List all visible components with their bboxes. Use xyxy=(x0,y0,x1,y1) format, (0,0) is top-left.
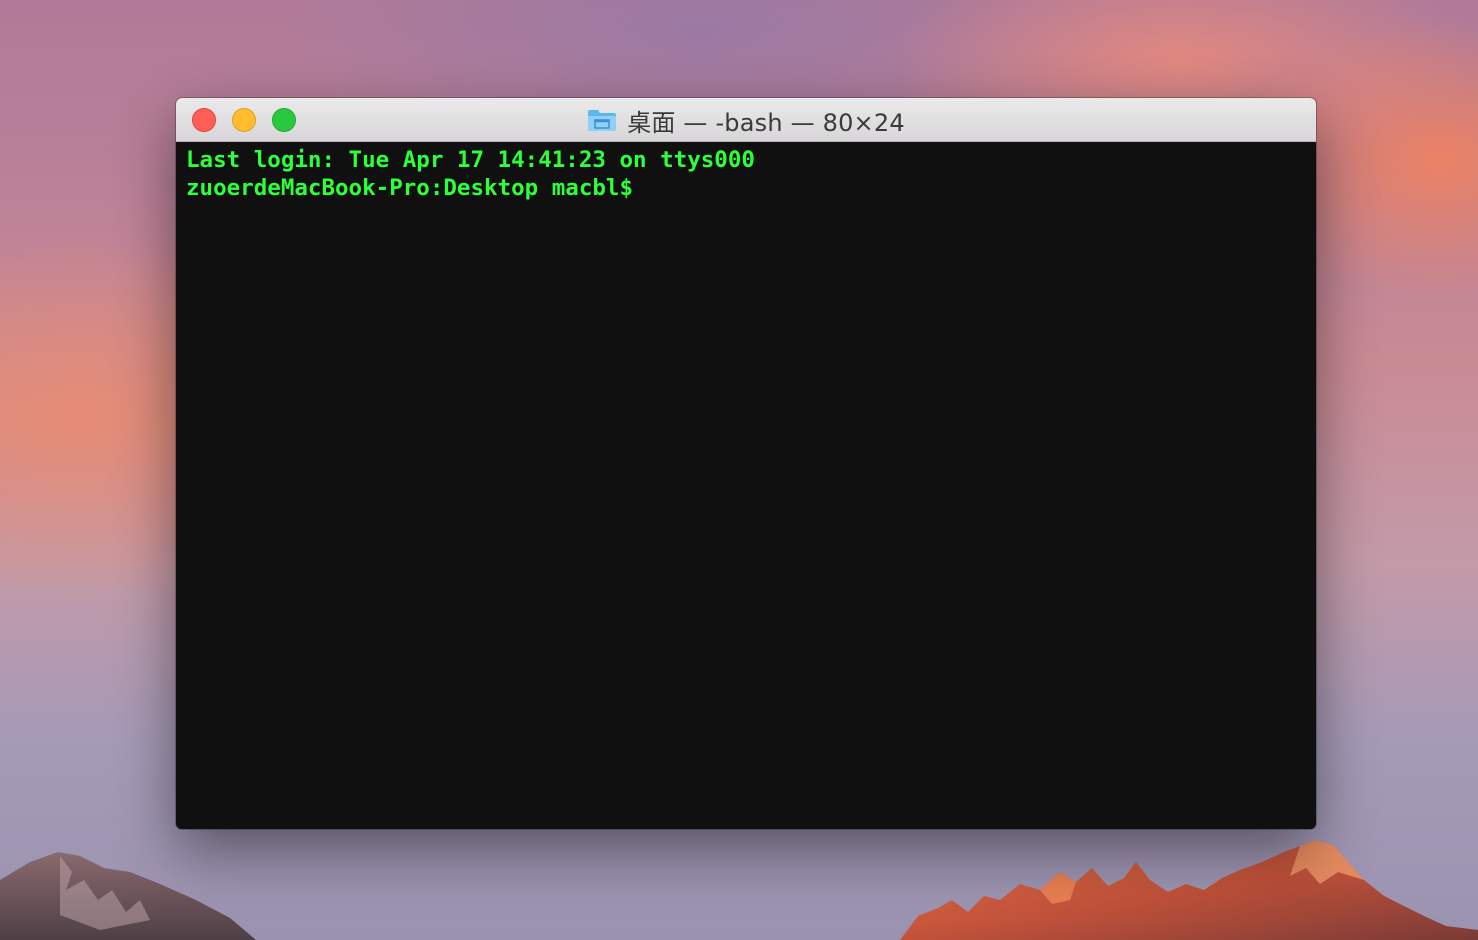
window-titlebar[interactable]: 桌面 — -bash — 80×24 xyxy=(176,98,1316,142)
window-title: 桌面 — -bash — 80×24 xyxy=(176,98,1316,142)
terminal-prompt: zuoerdeMacBook-Pro:Desktop macbl$ xyxy=(186,175,634,201)
terminal-output-area[interactable]: Last login: Tue Apr 17 14:41:23 on ttys0… xyxy=(176,142,1316,829)
terminal-prompt-line[interactable]: zuoerdeMacBook-Pro:Desktop macbl$ xyxy=(186,174,1306,202)
folder-icon xyxy=(588,110,617,131)
terminal-window[interactable]: 桌面 — -bash — 80×24 Last login: Tue Apr 1… xyxy=(176,98,1316,829)
window-title-text: 桌面 — -bash — 80×24 xyxy=(627,108,905,137)
terminal-last-login-line: Last login: Tue Apr 17 14:41:23 on ttys0… xyxy=(186,147,755,173)
